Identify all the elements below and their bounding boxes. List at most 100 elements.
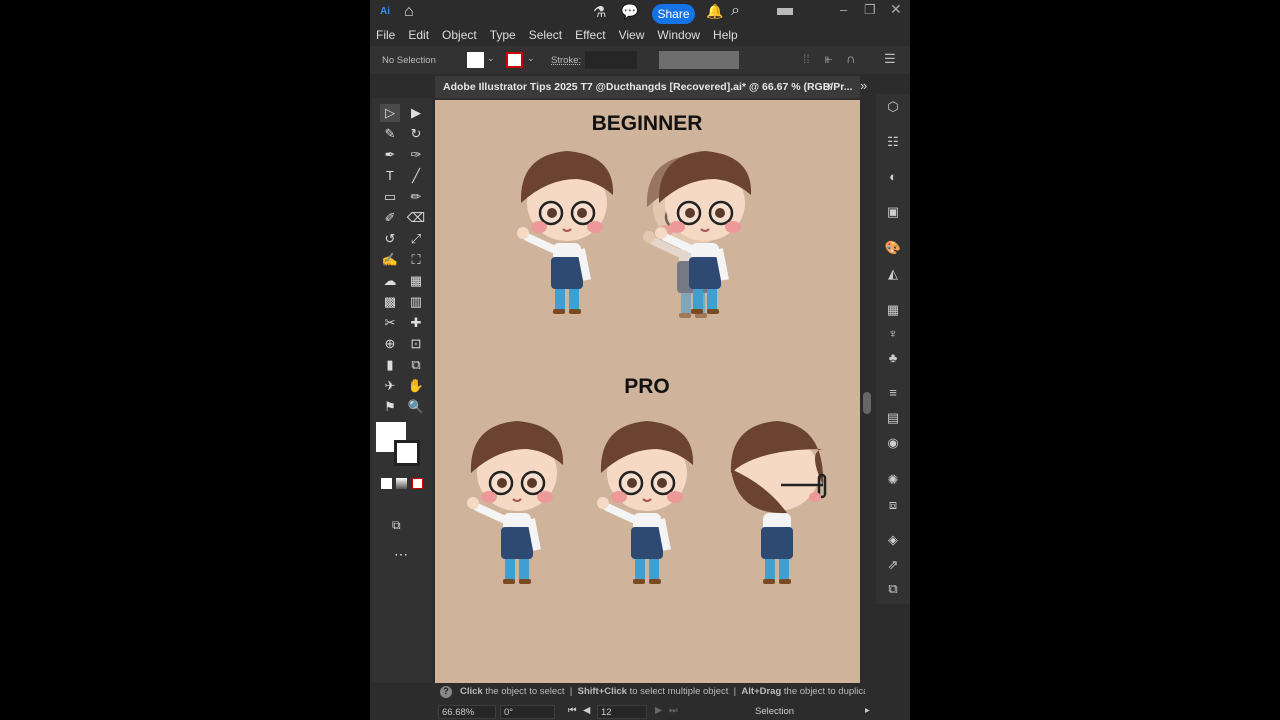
- stroke-swatch[interactable]: [506, 52, 523, 68]
- next-artboard-icon[interactable]: ▶: [655, 705, 662, 716]
- tool-icon[interactable]: ⛶: [406, 251, 426, 269]
- tool-icon[interactable]: ▭: [380, 188, 400, 206]
- tool-icon[interactable]: ✑: [406, 146, 426, 164]
- panel-icon[interactable]: ▣: [884, 203, 902, 221]
- tool-icon[interactable]: ↻: [406, 125, 426, 143]
- tool-icon[interactable]: ✚: [406, 314, 426, 332]
- panel-icon[interactable]: ♆: [884, 325, 902, 343]
- artboard-number-field[interactable]: 12: [597, 705, 647, 719]
- tool-icon[interactable]: ⊡: [406, 335, 426, 353]
- tool-icon[interactable]: ✋: [406, 377, 426, 395]
- gradient-mode-icon[interactable]: [396, 478, 407, 489]
- home-icon[interactable]: ⌂: [404, 3, 414, 21]
- artboard[interactable]: BEGINNER PRO: [435, 100, 860, 683]
- screen-mode-icon[interactable]: ⧉: [392, 518, 401, 533]
- share-button[interactable]: Share: [652, 4, 695, 24]
- tool-icon[interactable]: T: [380, 167, 400, 185]
- tool-icon[interactable]: 🔍: [406, 398, 426, 416]
- menu-window[interactable]: Window: [657, 28, 700, 42]
- tool-icon[interactable]: ⌫: [406, 209, 426, 227]
- close-icon[interactable]: ✕: [890, 1, 902, 18]
- chevron-down-icon[interactable]: ⌄: [527, 53, 535, 64]
- menu-object[interactable]: Object: [442, 28, 477, 42]
- search-icon[interactable]: ⌕: [731, 2, 740, 20]
- panel-icon[interactable]: ◈: [884, 531, 902, 549]
- tool-icon[interactable]: ✍: [380, 251, 400, 269]
- panel-icon[interactable]: ◐: [884, 168, 902, 186]
- tool-icon[interactable]: ↺: [380, 230, 400, 248]
- more-tools-icon[interactable]: ⋯: [394, 546, 408, 563]
- menu-file[interactable]: File: [376, 28, 395, 42]
- panel-icon[interactable]: ◭: [884, 265, 902, 283]
- panel-icon[interactable]: ✺: [884, 471, 902, 489]
- tool-icon[interactable]: ▷: [380, 104, 400, 122]
- vertical-scrollbar[interactable]: [860, 100, 874, 683]
- align-icon[interactable]: ⁞⁞: [803, 52, 810, 66]
- help-icon[interactable]: ?: [440, 686, 452, 698]
- distribute-icon[interactable]: ⫦: [825, 51, 832, 67]
- panel-icon[interactable]: ⇗: [884, 556, 902, 574]
- panel-icon[interactable]: ☷: [884, 133, 902, 151]
- panel-icon[interactable]: ◉: [884, 434, 902, 452]
- fill-swatch[interactable]: [467, 52, 484, 68]
- panel-icon[interactable]: ⬡: [884, 98, 902, 116]
- character-pro-side[interactable]: [730, 421, 827, 584]
- tool-icon[interactable]: ╱: [406, 167, 426, 185]
- workspace-icon[interactable]: [777, 8, 793, 15]
- restore-icon[interactable]: ❐: [864, 2, 876, 18]
- tool-icon[interactable]: ✐: [380, 209, 400, 227]
- tool-icon[interactable]: ▮: [380, 356, 400, 374]
- last-artboard-icon[interactable]: ⏭: [669, 705, 678, 716]
- panel-icon[interactable]: ≡: [884, 384, 902, 402]
- tool-icon[interactable]: ✈: [380, 377, 400, 395]
- panel-icon[interactable]: ⧈: [884, 496, 902, 514]
- tool-icon[interactable]: ⊕: [380, 335, 400, 353]
- scroll-thumb[interactable]: [863, 392, 871, 414]
- character-beginner-1[interactable]: [517, 151, 614, 314]
- flask-icon[interactable]: ⚗: [593, 3, 606, 21]
- tool-icon[interactable]: ✒: [380, 146, 400, 164]
- menu-view[interactable]: View: [619, 28, 645, 42]
- panel-icon[interactable]: 🎨: [884, 239, 902, 257]
- status-mode[interactable]: Selection: [755, 706, 794, 717]
- panel-icon[interactable]: ▤: [884, 409, 902, 427]
- chevron-down-icon[interactable]: ⌄: [487, 53, 495, 64]
- stroke-color[interactable]: [394, 440, 420, 466]
- menu-help[interactable]: Help: [713, 28, 738, 42]
- comment-icon[interactable]: 💬: [621, 3, 638, 20]
- menu-list-icon[interactable]: ☰: [884, 51, 896, 67]
- panel-icon[interactable]: ♣: [884, 349, 902, 367]
- tool-icon[interactable]: ✎: [380, 125, 400, 143]
- tool-icon[interactable]: ✂: [380, 314, 400, 332]
- none-mode-icon[interactable]: [412, 478, 423, 489]
- zoom-field[interactable]: 66.68%: [438, 705, 496, 719]
- menu-effect[interactable]: Effect: [575, 28, 605, 42]
- magnet-icon[interactable]: ∩: [846, 51, 855, 66]
- style-field[interactable]: [659, 51, 739, 69]
- prev-artboard-icon[interactable]: ◀: [583, 705, 590, 716]
- tool-icon[interactable]: ⤢: [406, 230, 426, 248]
- close-tab-icon[interactable]: ×: [826, 80, 832, 92]
- more-tabs-icon[interactable]: »: [860, 78, 867, 93]
- bell-icon[interactable]: 🔔: [706, 3, 723, 20]
- tool-icon[interactable]: ⧉: [406, 356, 426, 374]
- menu-select[interactable]: Select: [529, 28, 562, 42]
- stroke-weight-field[interactable]: [585, 51, 637, 69]
- tool-icon[interactable]: ⚑: [380, 398, 400, 416]
- panel-icon[interactable]: ▦: [884, 301, 902, 319]
- tool-icon[interactable]: ☁: [380, 272, 400, 290]
- menu-edit[interactable]: Edit: [408, 28, 429, 42]
- panel-icon[interactable]: ⧉: [884, 580, 902, 598]
- minimize-icon[interactable]: –: [840, 2, 847, 17]
- character-pro-front[interactable]: [467, 421, 564, 584]
- tool-icon[interactable]: ▦: [406, 272, 426, 290]
- document-tab[interactable]: Adobe Illustrator Tips 2025 T7 @Ducthang…: [435, 76, 860, 98]
- stroke-label[interactable]: Stroke:: [551, 55, 581, 66]
- first-artboard-icon[interactable]: ⏮: [568, 705, 577, 716]
- menu-type[interactable]: Type: [490, 28, 516, 42]
- tool-icon[interactable]: ▩: [380, 293, 400, 311]
- tool-icon[interactable]: ✏: [406, 188, 426, 206]
- tool-icon[interactable]: ▥: [406, 293, 426, 311]
- color-mode-icon[interactable]: [381, 478, 392, 489]
- character-pro-three-quarter[interactable]: [597, 421, 694, 584]
